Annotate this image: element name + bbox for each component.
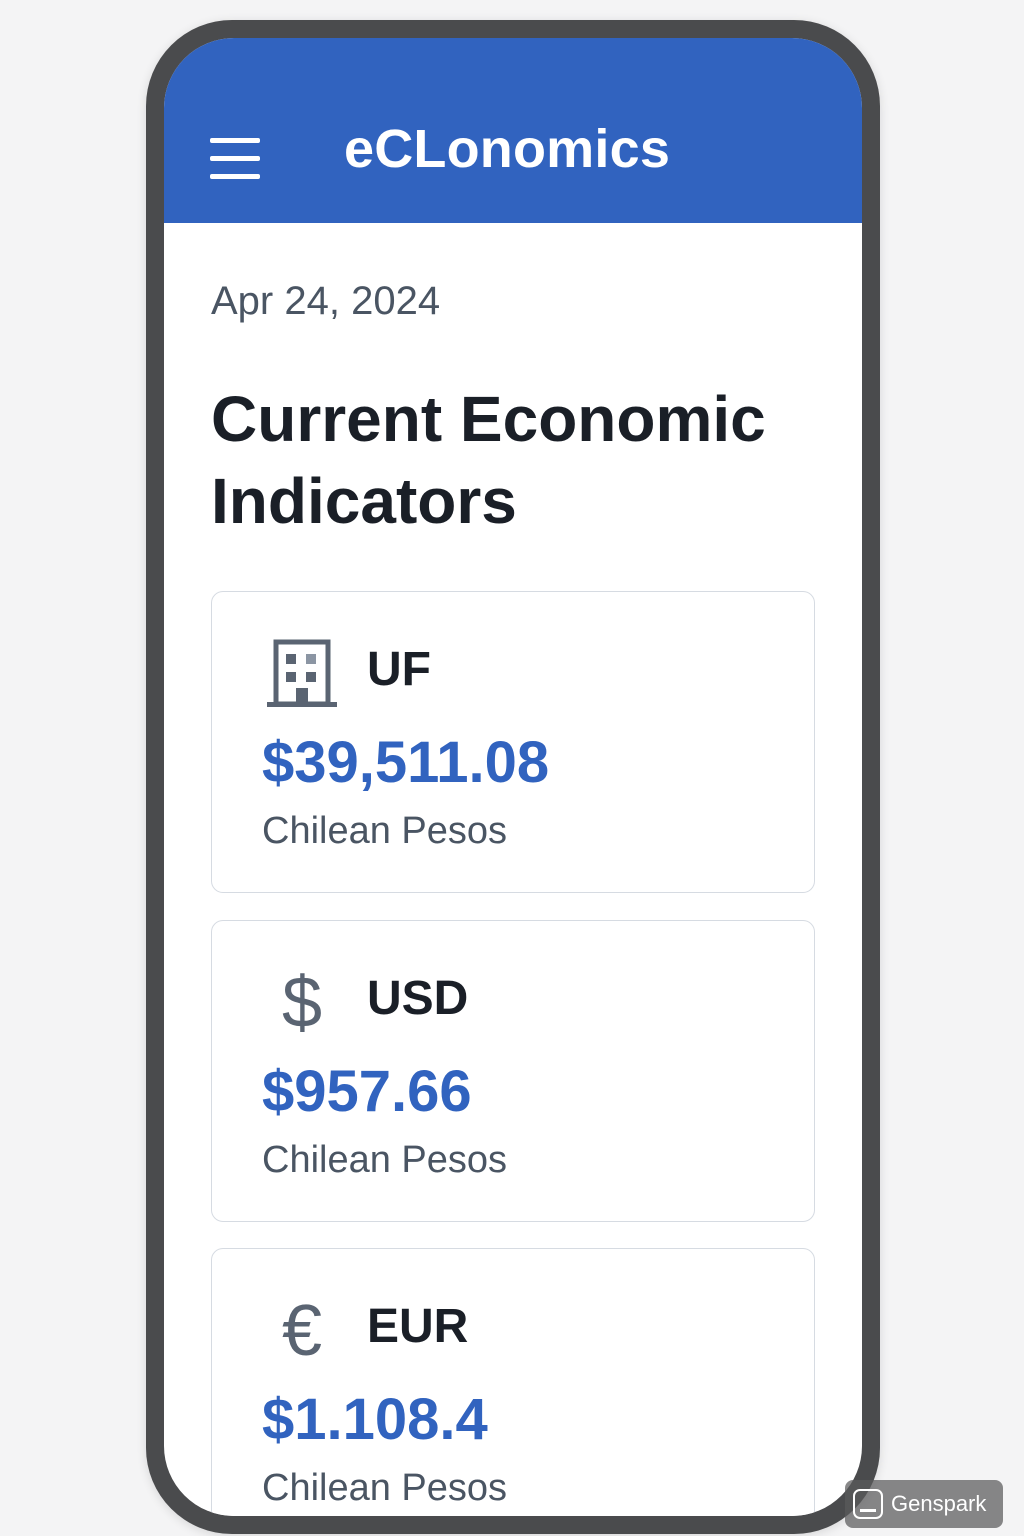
indicator-card-uf[interactable]: UF $39,511.08 Chilean Pesos: [211, 591, 815, 893]
indicator-card-usd[interactable]: $ USD $957.66 Chilean Pesos: [211, 920, 815, 1222]
watermark-text: Genspark: [891, 1491, 987, 1516]
app-title: eCLonomics: [344, 119, 671, 179]
app-screen: eCLonomics Apr 24, 2024 Current Economic…: [164, 38, 862, 1516]
app-header: eCLonomics: [164, 38, 862, 223]
indicator-value: $1.108.4: [262, 1387, 488, 1452]
indicator-unit: Chilean Pesos: [262, 810, 508, 852]
page-title: Current Economic Indicators: [211, 383, 766, 537]
hamburger-menu-icon-bottom: [210, 174, 260, 179]
indicator-value: $957.66: [262, 1059, 472, 1124]
indicator-unit: Chilean Pesos: [262, 1467, 508, 1509]
current-date: Apr 24, 2024: [211, 279, 441, 323]
building-icon: [264, 636, 340, 712]
hamburger-menu-icon: [210, 138, 260, 143]
hamburger-menu-icon-middle: [210, 156, 260, 161]
genspark-watermark: Genspark: [845, 1480, 1003, 1528]
genspark-logo-icon: [853, 1489, 883, 1519]
indicator-code: UF: [367, 643, 431, 696]
indicator-card-eur[interactable]: € EUR $1.108.4 Chilean Pesos: [211, 1248, 815, 1516]
indicator-code: USD: [367, 972, 469, 1025]
indicator-unit: Chilean Pesos: [262, 1139, 508, 1181]
indicator-code: EUR: [367, 1300, 469, 1353]
dollar-sign-icon: $: [281, 963, 323, 1043]
indicator-value: $39,511.08: [262, 730, 550, 795]
phone-frame: eCLonomics Apr 24, 2024 Current Economic…: [146, 20, 880, 1534]
euro-sign-icon: €: [281, 1291, 323, 1371]
menu-button[interactable]: [210, 136, 262, 182]
